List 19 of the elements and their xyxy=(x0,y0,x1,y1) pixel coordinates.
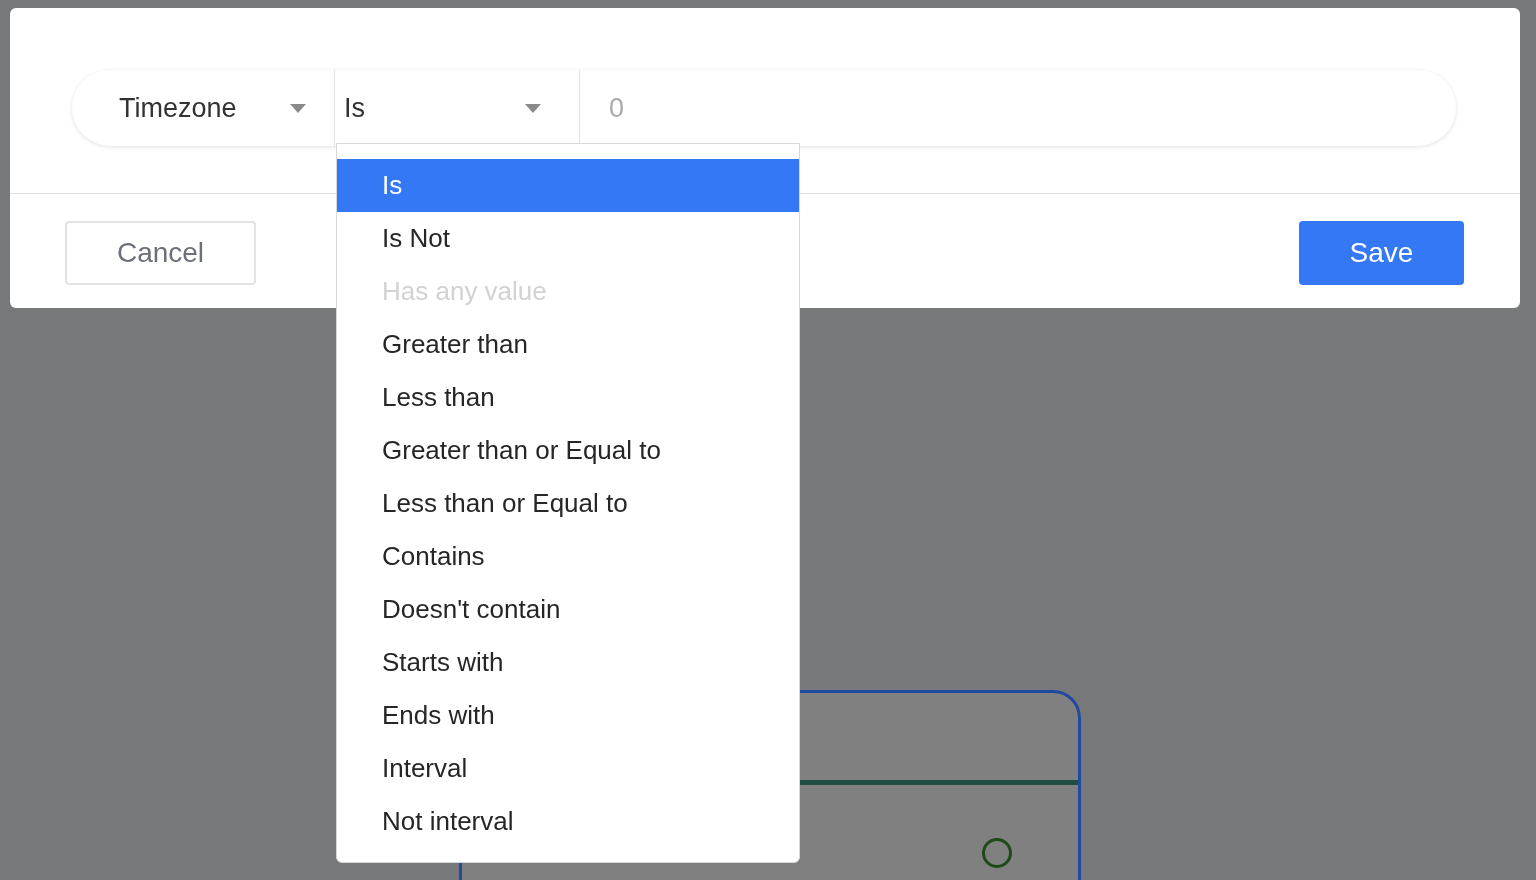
operator-option[interactable]: Starts with xyxy=(337,636,799,689)
value-input[interactable]: 0 xyxy=(580,70,1456,146)
field-select[interactable]: Timezone xyxy=(72,70,334,146)
operator-option[interactable]: Ends with xyxy=(337,689,799,742)
operator-option[interactable]: Not interval xyxy=(337,795,799,848)
caret-icon xyxy=(525,103,541,113)
operator-option[interactable]: Is xyxy=(337,159,799,212)
operator-option[interactable]: Greater than or Equal to xyxy=(337,424,799,477)
operator-option[interactable]: Interval xyxy=(337,742,799,795)
operator-option[interactable]: Greater than xyxy=(337,318,799,371)
operator-option[interactable]: Less than xyxy=(337,371,799,424)
operator-option[interactable]: Doesn't contain xyxy=(337,583,799,636)
operator-option[interactable]: Is Not xyxy=(337,212,799,265)
field-value: Timezone xyxy=(119,91,237,125)
save-button[interactable]: Save xyxy=(1299,221,1464,285)
operator-option[interactable]: Less than or Equal to xyxy=(337,477,799,530)
caret-icon xyxy=(290,103,306,113)
cancel-button[interactable]: Cancel xyxy=(65,221,256,285)
operator-option[interactable]: Contains xyxy=(337,530,799,583)
